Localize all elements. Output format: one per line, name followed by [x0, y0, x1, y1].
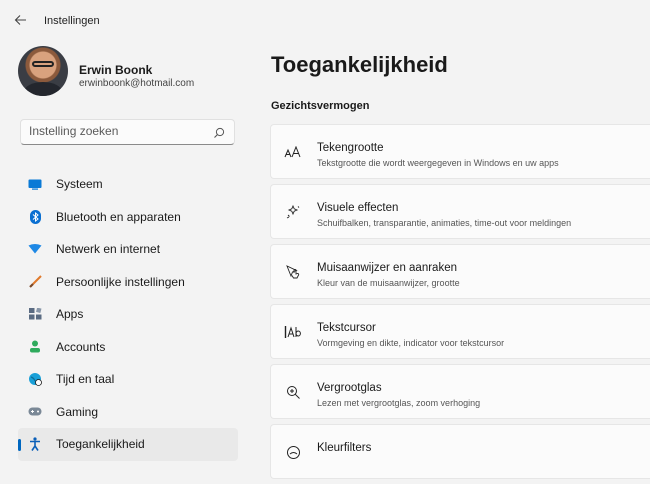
sidebar-item-label: Netwerk en internet	[56, 242, 161, 257]
sidebar-item-label: Systeem	[56, 177, 103, 192]
settings-cards: Tekengrootte Tekstgrootte die wordt weer…	[270, 124, 650, 484]
sidebar-item-persoonlijk[interactable]: Persoonlijke instellingen	[18, 266, 238, 299]
active-indicator	[18, 439, 21, 451]
system-icon	[28, 177, 42, 191]
sidebar-item-label: Accounts	[56, 339, 106, 354]
card-tekstcursor[interactable]: Tekstcursor Vormgeving en dikte, indicat…	[270, 304, 650, 359]
avatar	[18, 46, 68, 96]
color-filter-icon	[283, 442, 303, 462]
user-email: erwinboonk@hotmail.com	[79, 78, 195, 89]
card-visuele-effecten[interactable]: Visuele effecten Schuifbalken, transpara…	[270, 184, 650, 239]
card-subtitle: Vormgeving en dikte, indicator voor teks…	[317, 338, 505, 348]
card-title: Kleurfilters	[317, 442, 372, 454]
account-icon	[28, 340, 42, 354]
card-vergrootglas[interactable]: Vergrootglas Lezen met vergrootglas, zoo…	[270, 364, 650, 419]
page-title: Toegankelijkheid	[271, 52, 448, 77]
sidebar-item-accounts[interactable]: Accounts	[18, 331, 238, 364]
bluetooth-icon	[28, 209, 42, 224]
card-title: Tekengrootte	[317, 142, 384, 154]
title-bar: Instellingen	[0, 0, 650, 40]
arrow-left-icon	[14, 15, 26, 25]
sidebar-item-bluetooth[interactable]: Bluetooth en apparaten	[18, 201, 238, 234]
card-title: Tekstcursor	[317, 322, 376, 334]
back-button[interactable]	[14, 14, 30, 28]
sidebar-item-netwerk[interactable]: Netwerk en internet	[18, 233, 238, 266]
globe-clock-icon	[28, 372, 42, 387]
sidebar-item-label: Gaming	[56, 404, 99, 419]
sidebar-item-apps[interactable]: Apps	[18, 298, 238, 331]
gamepad-icon	[28, 405, 42, 419]
sidebar-item-label: Apps	[56, 307, 84, 322]
sidebar-item-label: Tijd en taal	[56, 372, 115, 387]
card-subtitle: Lezen met vergrootglas, zoom verhoging	[317, 398, 481, 408]
card-title: Visuele effecten	[317, 202, 399, 214]
window-title: Instellingen	[44, 15, 100, 27]
sidebar-item-gaming[interactable]: Gaming	[18, 396, 238, 429]
sidebar-item-label: Toegankelijkheid	[56, 437, 145, 452]
card-muisaanwijzer[interactable]: Muisaanwijzer en aanraken Kleur van de m…	[270, 244, 650, 299]
brush-icon	[28, 275, 42, 289]
mouse-pointer-touch-icon	[283, 262, 303, 282]
card-subtitle: Kleur van de muisaanwijzer, grootte	[317, 278, 460, 288]
apps-icon	[28, 307, 42, 321]
card-kleurfilters[interactable]: Kleurfilters	[270, 424, 650, 479]
card-subtitle: Schuifbalken, transparantie, animaties, …	[317, 218, 572, 228]
search-box[interactable]	[20, 119, 235, 145]
visual-effects-icon	[283, 202, 303, 222]
user-name: Erwin Boonk	[79, 63, 153, 77]
sidebar-item-tijd-en-taal[interactable]: Tijd en taal	[18, 363, 238, 396]
card-tekengrootte[interactable]: Tekengrootte Tekstgrootte die wordt weer…	[270, 124, 650, 179]
sidebar-nav: Systeem Bluetooth en apparaten Netwerk e…	[18, 168, 238, 461]
sidebar-item-toegankelijkheid[interactable]: Toegankelijkheid	[18, 428, 238, 461]
magnifier-icon	[283, 382, 303, 402]
text-cursor-icon	[283, 322, 303, 342]
sidebar-item-label: Bluetooth en apparaten	[56, 209, 181, 224]
sidebar-item-label: Persoonlijke instellingen	[56, 274, 185, 289]
card-title: Muisaanwijzer en aanraken	[317, 262, 457, 274]
search-input[interactable]	[29, 124, 209, 138]
user-profile[interactable]: Erwin Boonk erwinboonk@hotmail.com	[16, 46, 246, 100]
section-title: Gezichtsvermogen	[271, 100, 370, 112]
text-size-icon	[283, 142, 303, 162]
network-icon	[28, 242, 42, 256]
search-icon[interactable]	[213, 126, 225, 138]
sidebar-item-systeem[interactable]: Systeem	[18, 168, 238, 201]
card-subtitle: Tekstgrootte die wordt weergegeven in Wi…	[317, 158, 559, 168]
card-title: Vergrootglas	[317, 382, 382, 394]
accessibility-icon	[28, 437, 42, 452]
